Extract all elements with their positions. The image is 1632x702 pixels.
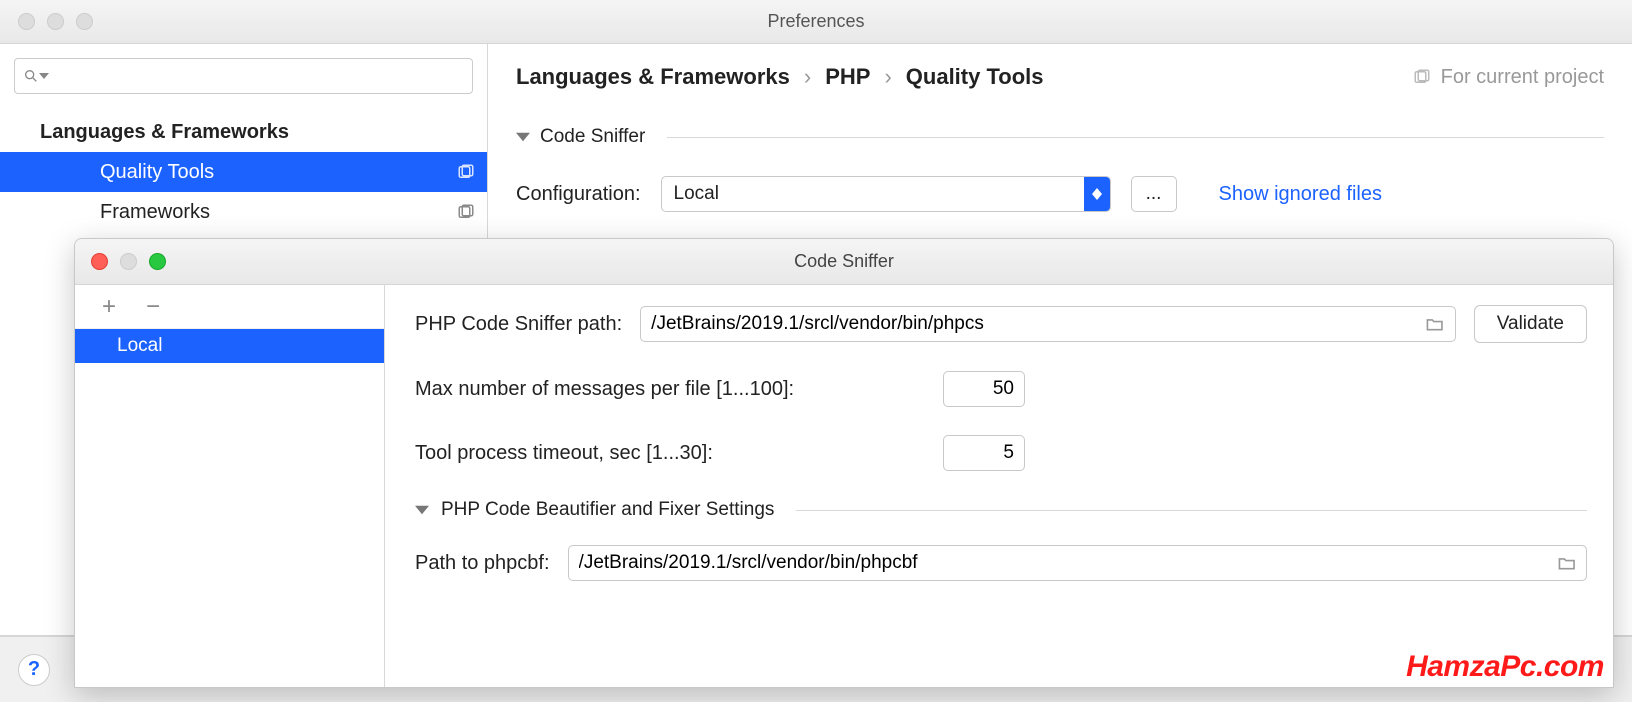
ellipsis-icon: ... — [1146, 183, 1162, 205]
show-ignored-files-link[interactable]: Show ignored files — [1219, 183, 1382, 206]
remove-button[interactable]: − — [141, 295, 165, 319]
tree-item-quality-tools[interactable]: Quality Tools — [0, 152, 487, 192]
phpcs-path-label: PHP Code Sniffer path: — [415, 313, 622, 336]
max-messages-row: Max number of messages per file [1...100… — [415, 371, 1587, 407]
chevron-right-icon: › — [804, 64, 811, 90]
tree-group-label: Languages & Frameworks — [40, 121, 289, 144]
close-window-icon[interactable] — [18, 13, 35, 30]
configuration-browse-button[interactable]: ... — [1131, 176, 1177, 212]
phpcbf-path-label: Path to phpcbf: — [415, 552, 550, 575]
breadcrumb-segment: Languages & Frameworks — [516, 64, 790, 90]
section-beautifier[interactable]: PHP Code Beautifier and Fixer Settings — [415, 499, 1587, 521]
breadcrumb-segment: Quality Tools — [906, 64, 1044, 90]
close-window-icon[interactable] — [91, 253, 108, 270]
code-sniffer-window: Code Sniffer + − Local PHP Code Sniffer … — [74, 238, 1614, 688]
toolbar: + − — [75, 285, 384, 329]
project-scope-icon — [1413, 68, 1431, 86]
search-input[interactable] — [55, 67, 464, 85]
phpcbf-path-input-wrap[interactable] — [568, 545, 1587, 581]
chevron-down-icon — [39, 73, 49, 79]
project-scope-icon — [457, 203, 475, 221]
phpcbf-path-input[interactable] — [579, 552, 1551, 574]
breadcrumb: Languages & Frameworks › PHP › Quality T… — [516, 64, 1604, 90]
code-sniffer-main: PHP Code Sniffer path: Validate Max numb… — [385, 285, 1613, 687]
configuration-label: Configuration: — [516, 183, 641, 206]
folder-icon[interactable] — [1425, 314, 1444, 334]
validate-button[interactable]: Validate — [1474, 305, 1587, 343]
help-icon: ? — [28, 658, 40, 681]
search-wrap — [0, 44, 487, 104]
chevron-down-icon — [415, 505, 429, 515]
tree-group-languages-frameworks[interactable]: Languages & Frameworks — [0, 112, 487, 152]
max-messages-input[interactable] — [954, 378, 1014, 400]
preferences-title: Preferences — [767, 11, 864, 32]
search-icon — [23, 68, 39, 84]
project-scope-icon — [457, 163, 475, 181]
zoom-window-icon[interactable] — [76, 13, 93, 30]
phpcs-path-input[interactable] — [651, 313, 1419, 335]
interpreter-item-label: Local — [117, 335, 162, 357]
traffic-lights — [75, 253, 166, 270]
timeout-input[interactable] — [954, 442, 1014, 464]
divider — [667, 137, 1604, 138]
interpreter-item-local[interactable]: Local — [75, 329, 384, 363]
zoom-window-icon[interactable] — [149, 253, 166, 270]
section-label: Code Sniffer — [540, 126, 645, 148]
tree-item-label: Frameworks — [100, 201, 210, 224]
chevron-down-icon — [516, 132, 530, 142]
timeout-input-wrap[interactable] — [943, 435, 1025, 471]
breadcrumb-segment: PHP — [825, 64, 870, 90]
phpcbf-path-row: Path to phpcbf: — [415, 545, 1587, 581]
timeout-row: Tool process timeout, sec [1...30]: — [415, 435, 1587, 471]
configuration-value: Local — [662, 183, 1084, 205]
code-sniffer-title: Code Sniffer — [794, 251, 894, 272]
tree-item-frameworks[interactable]: Frameworks — [0, 192, 487, 232]
section-code-sniffer[interactable]: Code Sniffer — [516, 126, 1604, 148]
section-label: PHP Code Beautifier and Fixer Settings — [441, 499, 774, 521]
code-sniffer-titlebar: Code Sniffer — [75, 239, 1613, 285]
phpcs-path-row: PHP Code Sniffer path: Validate — [415, 305, 1587, 343]
max-messages-label: Max number of messages per file [1...100… — [415, 378, 925, 401]
select-stepper-icon — [1084, 176, 1110, 212]
interpreter-list: Local — [75, 329, 384, 687]
validate-button-label: Validate — [1497, 313, 1564, 335]
phpcs-path-input-wrap[interactable] — [640, 306, 1456, 342]
for-current-project-label: For current project — [1413, 66, 1604, 89]
divider — [796, 510, 1587, 511]
code-sniffer-body: + − Local PHP Code Sniffer path: Validat… — [75, 285, 1613, 687]
configuration-select[interactable]: Local — [661, 176, 1111, 212]
traffic-lights — [0, 13, 93, 30]
watermark: HamzaPc.com — [1406, 650, 1604, 684]
max-messages-input-wrap[interactable] — [943, 371, 1025, 407]
preferences-titlebar: Preferences — [0, 0, 1632, 44]
tree-item-label: Quality Tools — [100, 161, 214, 184]
interpreter-sidebar: + − Local — [75, 285, 385, 687]
chevron-right-icon: › — [884, 64, 891, 90]
folder-icon[interactable] — [1557, 553, 1576, 573]
add-button[interactable]: + — [97, 295, 121, 319]
minimize-window-icon[interactable] — [47, 13, 64, 30]
minimize-window-icon[interactable] — [120, 253, 137, 270]
search-box[interactable] — [14, 58, 473, 94]
configuration-row: Configuration: Local ... Show ignored fi… — [516, 176, 1604, 212]
help-button[interactable]: ? — [18, 654, 50, 686]
timeout-label: Tool process timeout, sec [1...30]: — [415, 442, 925, 465]
